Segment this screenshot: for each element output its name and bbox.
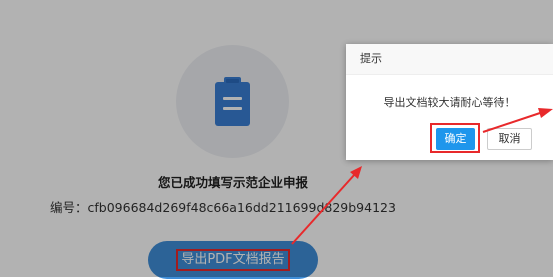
annotation-arrowhead-2 (538, 108, 553, 118)
annotation-arrows (291, 108, 553, 245)
annotation-arrow-line-2 (482, 112, 541, 133)
annotation-arrow-line (291, 173, 356, 245)
